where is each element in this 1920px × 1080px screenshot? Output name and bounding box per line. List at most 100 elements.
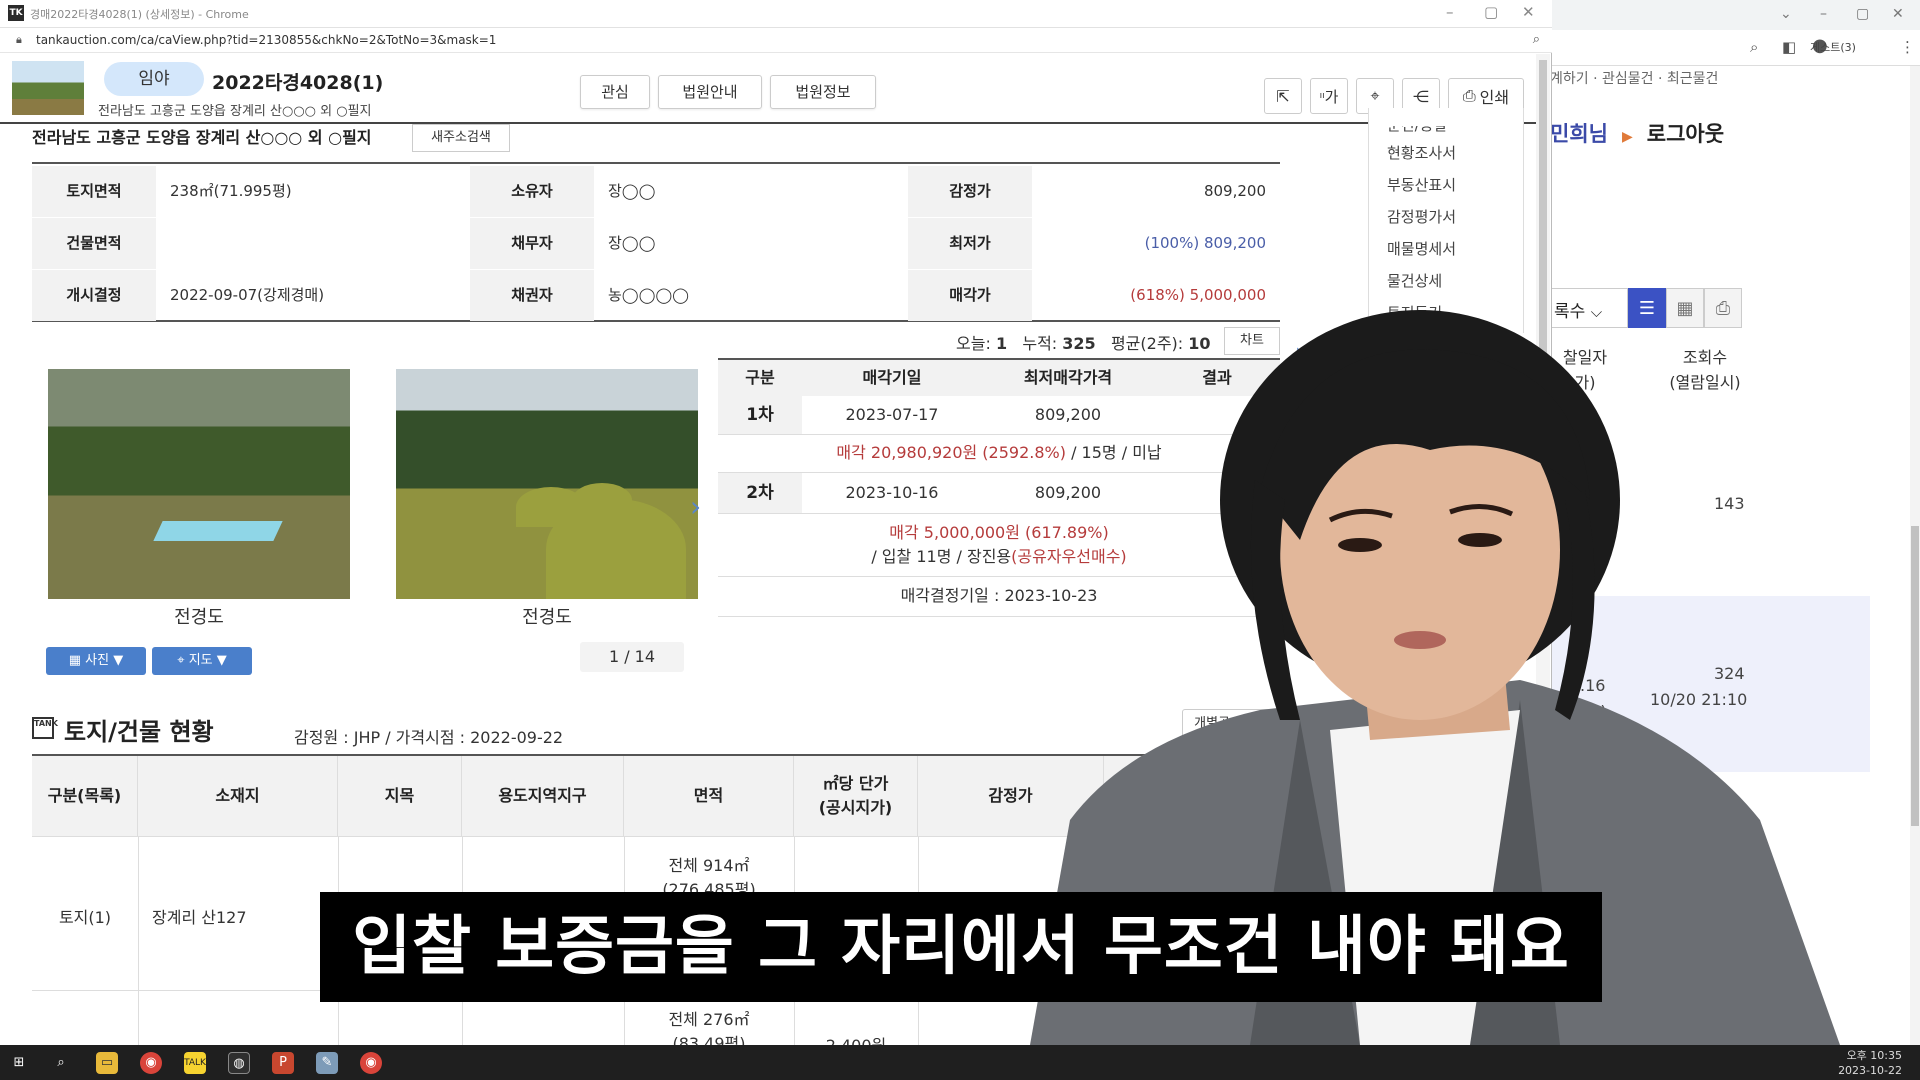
close-icon[interactable]: ✕ [1892, 6, 1904, 22]
doc-menu-item[interactable]: 물건상세 [1387, 270, 1442, 291]
round-2-label: 2차 [718, 473, 802, 513]
guest-profile-label[interactable]: 게스트(3) [1810, 39, 1856, 55]
clock-time: 오후 10:35 [1846, 1049, 1902, 1062]
address-bar[interactable]: 🔒︎ tankauction.com/ca/caView.php?tid=213… [0, 28, 1552, 53]
tank-logo-icon: TANK [32, 717, 58, 739]
today-label: 오늘: [956, 334, 991, 353]
title-bar: TK 경매2022타경4028(1) (상세정보) - Chrome – ▢ ✕ [0, 0, 1552, 28]
minimize-icon[interactable]: – [1820, 6, 1827, 22]
col-location: 소재지 [138, 756, 338, 836]
location-pin-icon: ⌖ [177, 653, 189, 668]
row1-kind: 토지(1) [58, 908, 112, 927]
bg-top-menu[interactable]: 계하기 · 관심물건 · 최근물건 [1550, 68, 1718, 88]
doc-menu-item[interactable]: 현황조사서 [1387, 142, 1456, 163]
owner-label: 소유자 [470, 166, 594, 217]
maximize-icon[interactable]: ▢ [1856, 6, 1869, 22]
round-2-date: 2023-10-16 [845, 483, 939, 502]
summary-row: 토지면적 238㎡(71.995평) 소유자 장◯◯ 감정가 809,200 [32, 166, 1280, 217]
external-link-icon[interactable]: ⇱ [1264, 78, 1302, 114]
photo-pager: 1 / 14 [580, 642, 684, 672]
clock-date: 2023-10-22 [1838, 1064, 1902, 1077]
sub-address: 전라남도 고흥군 도양읍 장계리 산○○○ 외 ○필지 [32, 128, 372, 147]
zoom-icon[interactable]: ⌕ [1750, 38, 1758, 56]
zoom-icon[interactable]: ⌕ [1533, 32, 1540, 47]
table-shape [153, 521, 283, 541]
notepad-icon[interactable]: ✎ [316, 1052, 338, 1074]
minimum-price-value: (100%) 809,200 [1144, 234, 1266, 252]
system-clock[interactable]: 오후 10:35 2023-10-22 [1838, 1048, 1902, 1078]
bg-address-bar: ⌕ ◧ ● 게스트(3) ⋮ [1550, 30, 1920, 66]
sidepanel-icon[interactable]: ◧ [1782, 38, 1796, 56]
user-name: 민희님 [1550, 122, 1608, 146]
arrow-right-icon: ▶ [1621, 129, 1633, 145]
grid-icon: ▦ [68, 653, 86, 668]
section-title: 토지/건물 현황 [64, 718, 214, 746]
windows-taskbar: ⊞ ⌕ ▭ ◉ TALK ◍ P ✎ ◉ 오후 10:35 2023-10-22 [0, 1045, 1920, 1080]
col-kind: 구분(목록) [32, 756, 138, 836]
photo-dropdown-button[interactable]: ▦ 사진 ▼ [46, 647, 146, 675]
window-title: 경매2022타경4028(1) (상세정보) - Chrome [30, 8, 249, 21]
chrome-icon[interactable]: ◉ [360, 1052, 382, 1074]
search-icon[interactable]: ⌕ [50, 1052, 72, 1074]
creditor-value: 농◯◯◯◯ [608, 286, 689, 304]
item-header: 임야 2022타경4028(1) 전라남도 고흥군 도양읍 장계리 산○○○ 외… [0, 54, 1545, 124]
summary-table: 토지면적 238㎡(71.995평) 소유자 장◯◯ 감정가 809,200 건… [32, 162, 1280, 322]
col-area: 면적 [624, 756, 794, 836]
appraisal-value: 809,200 [1203, 182, 1266, 200]
chrome-icon[interactable]: ◉ [140, 1052, 162, 1074]
chevron-right-icon[interactable]: › [690, 490, 701, 523]
row2-area: 전체 276㎡ [668, 1010, 750, 1029]
court-guide-button[interactable]: 법원안내 [658, 75, 762, 109]
file-explorer-icon[interactable]: ▭ [96, 1052, 118, 1074]
divider [138, 836, 139, 1048]
font-size-button[interactable]: ıı 가 [1310, 78, 1348, 114]
chevron-down-icon[interactable]: ⌄ [1780, 6, 1792, 22]
mound-shape [572, 483, 632, 517]
chrome-alt-icon[interactable]: ◍ [228, 1052, 250, 1074]
powerpoint-icon[interactable]: P [272, 1052, 294, 1074]
print-label: 인쇄 [1479, 88, 1510, 107]
photo-button-label: 사진 ▼ [85, 653, 124, 668]
interest-button[interactable]: 관심 [580, 75, 650, 109]
photo-caption-1: 전경도 [174, 607, 224, 628]
row1-area: 전체 914㎡ [668, 856, 750, 875]
minimize-icon[interactable]: – [1446, 3, 1454, 21]
round-1-date: 2023-07-17 [845, 405, 939, 424]
print-icon: ⎙ [1462, 86, 1476, 105]
doc-menu-item[interactable]: 매물명세서 [1387, 238, 1456, 259]
land-area-label: 토지면적 [32, 166, 156, 217]
maximize-icon[interactable]: ▢ [1484, 3, 1498, 21]
creditor-label: 채권자 [470, 270, 594, 321]
photo-caption-2: 전경도 [522, 607, 572, 628]
url-text[interactable]: tankauction.com/ca/caView.php?tid=213085… [36, 33, 496, 47]
map-dropdown-button[interactable]: ⌖ 지도 ▼ [152, 647, 252, 675]
doc-menu-item[interactable]: 감정평가서 [1387, 206, 1456, 227]
building-area-label: 건물면적 [32, 218, 156, 269]
logout-link[interactable]: 로그아웃 [1647, 122, 1724, 146]
col-zoning: 용도지역지구 [462, 756, 624, 836]
new-address-search-button[interactable]: 새주소검색 [412, 124, 510, 152]
summary-row: 건물면적 채무자 장◯◯ 최저가 (100%) 809,200 [32, 218, 1280, 269]
item-address: 전라남도 고흥군 도양읍 장계리 산○○○ 외 ○필지 [98, 104, 372, 119]
section-subtitle: 감정원 : JHP / 가격시점 : 2022-09-22 [294, 728, 564, 747]
windows-start-icon[interactable]: ⊞ [8, 1052, 30, 1074]
start-decision-label: 개시결정 [32, 270, 156, 321]
item-thumbnail[interactable] [12, 61, 84, 115]
menu-icon[interactable]: ⋮ [1900, 38, 1915, 56]
doc-menu-item[interactable]: 부동산표시 [1387, 174, 1456, 195]
col-unit-price: ㎡당 단가 (공시지가) [794, 756, 918, 836]
video-subtitle: 입찰 보증금을 그 자리에서 무조건 내야 돼요 [320, 892, 1602, 1002]
case-number: 2022타경4028(1) [212, 72, 384, 94]
round-2-bid-text: / 입찰 11명 / 장진용 [871, 547, 1012, 566]
kakaotalk-icon[interactable]: TALK [184, 1052, 206, 1074]
map-button-label: 지도 ▼ [188, 653, 227, 668]
close-icon[interactable]: ✕ [1522, 3, 1535, 21]
owner-value: 장◯◯ [608, 182, 656, 200]
site-photo-1[interactable] [48, 369, 350, 599]
court-info-button[interactable]: 법원정보 [770, 75, 876, 109]
doc-menu-item[interactable]: 문건/송달 [1387, 126, 1447, 135]
font-size-label: 가 [1324, 87, 1339, 106]
col-land-category: 지목 [338, 756, 462, 836]
site-photo-2[interactable] [396, 369, 698, 599]
debtor-label: 채무자 [470, 218, 594, 269]
